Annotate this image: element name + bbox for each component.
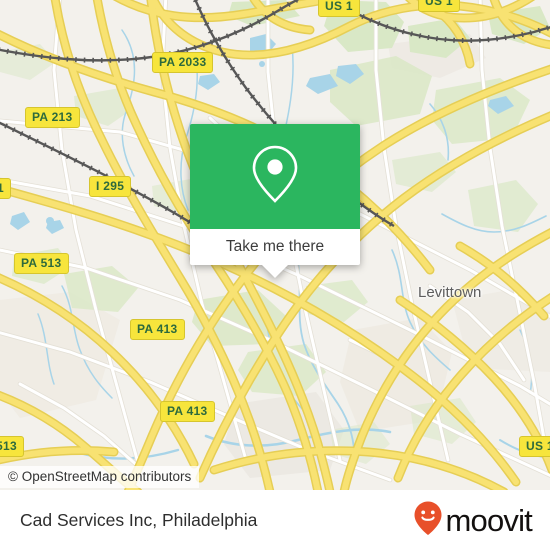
place-label-levittown: Levittown [418, 284, 482, 301]
location-popup-card[interactable]: Take me there [190, 124, 360, 278]
road-shield[interactable]: PA 513 [14, 253, 69, 274]
road-shield[interactable]: 513 [0, 436, 24, 457]
road-shield[interactable]: I 295 [89, 176, 132, 197]
road-shield[interactable]: PA 2033 [152, 52, 214, 73]
road-shield[interactable]: US 1 [519, 436, 550, 457]
place-name-label: Cad Services Inc, Philadelphia [20, 509, 258, 530]
map-pin-icon [248, 143, 302, 210]
moovit-logo[interactable]: moovit [413, 500, 533, 541]
road-shield[interactable]: PA 413 [160, 401, 215, 422]
popup-card-header [190, 124, 360, 229]
osm-attribution[interactable]: © OpenStreetMap contributors [0, 466, 200, 488]
road-shield[interactable]: US 1 [418, 0, 460, 12]
popup-card-footer[interactable]: Take me there [190, 229, 360, 278]
take-me-there-button[interactable]: Take me there [226, 238, 324, 256]
road-shield[interactable]: US 1 [318, 0, 360, 17]
moovit-wordmark: moovit [445, 502, 532, 538]
road-shield[interactable]: PA 413 [130, 319, 185, 340]
road-shield[interactable]: 1 [0, 178, 11, 199]
popup-card-tail [262, 265, 288, 278]
road-shield[interactable]: PA 213 [25, 107, 80, 128]
moovit-pin-icon [413, 500, 443, 541]
bottom-info-bar: Cad Services Inc, Philadelphia moovit [0, 490, 550, 550]
map-screen: .wtr { fill:#a8d4e8; stroke:none; } .wln… [0, 0, 550, 550]
